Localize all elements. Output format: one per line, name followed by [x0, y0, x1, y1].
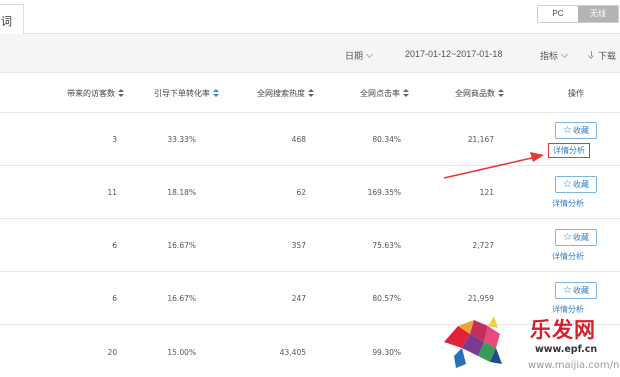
pc-toggle-button[interactable]: PC [538, 6, 578, 22]
chevron-down-icon [365, 50, 374, 59]
star-icon: ☆ [563, 285, 572, 296]
favorite-button[interactable]: ☆收藏 [555, 282, 597, 299]
header-label: 引导下单转化率 [154, 89, 210, 98]
download-label: 下载 [598, 51, 617, 61]
tab-bar: 词 PC 无线 [0, 0, 620, 35]
header-goods[interactable]: 全网商品数 [455, 88, 504, 99]
cell-search-heat: 43,405 [279, 348, 306, 357]
device-toggle: PC 无线 [537, 5, 619, 23]
favorite-label: 收藏 [572, 233, 589, 242]
cell-click-rate: 169.35% [367, 188, 401, 197]
table-row: 3 33.33% 468 80.34% 21,167 ☆收藏 详情分析 [0, 113, 620, 166]
header-label: 全网搜索热度 [257, 89, 305, 98]
wireless-toggle-button[interactable]: 无线 [578, 6, 618, 22]
download-button[interactable]: 下载 [588, 49, 616, 62]
cell-goods: 21,167 [467, 135, 494, 144]
watermark-site: www.maijia.com/news [528, 360, 620, 371]
header-visitors[interactable]: 带来的访客数 [67, 88, 124, 99]
header-actions: 操作 [568, 89, 584, 98]
sort-icon [403, 89, 409, 97]
header-search-heat[interactable]: 全网搜索热度 [257, 88, 314, 99]
table-row: 20 15.00% 43,405 99.30% [0, 325, 620, 377]
header-label: 全网商品数 [455, 89, 495, 98]
favorite-label: 收藏 [572, 126, 589, 135]
favorite-button[interactable]: ☆收藏 [555, 229, 597, 246]
tab-keywords[interactable]: 词 [0, 4, 24, 35]
table-header: 带来的访客数 引导下单转化率 全网搜索热度 全网点击率 全网商品数 操作 [0, 73, 620, 113]
cell-search-heat: 247 [291, 294, 306, 303]
filter-bar: 日期 2017-01-12~2017-01-18 指标 下载 [0, 34, 620, 73]
detail-analysis-link[interactable]: 详情分析 [548, 143, 590, 158]
favorite-button[interactable]: ☆收藏 [555, 176, 597, 193]
cell-visitors: 3 [112, 135, 117, 144]
watermark-url: www.epf.cn [535, 344, 598, 355]
download-icon [588, 51, 596, 59]
star-icon: ☆ [563, 232, 572, 243]
cell-visitors: 11 [107, 188, 117, 197]
cell-goods: 121 [479, 188, 494, 197]
header-click-rate[interactable]: 全网点击率 [360, 88, 409, 99]
tab-label: 词 [1, 16, 12, 28]
cell-goods: 2,727 [472, 241, 494, 250]
chevron-down-icon [560, 50, 569, 59]
table-row: 6 16.67% 357 75.63% 2,727 ☆收藏 详情分析 [0, 219, 620, 272]
sort-icon [498, 89, 504, 97]
cell-search-heat: 468 [291, 135, 306, 144]
star-icon: ☆ [563, 125, 572, 136]
header-conversion[interactable]: 引导下单转化率 [154, 88, 219, 99]
date-range[interactable]: 2017-01-12~2017-01-18 [405, 49, 502, 59]
cell-visitors: 6 [112, 241, 117, 250]
favorite-label: 收藏 [572, 286, 589, 295]
cell-conversion: 16.67% [167, 241, 196, 250]
cell-click-rate: 99.30% [372, 348, 401, 357]
star-icon: ☆ [563, 179, 572, 190]
sort-icon [118, 89, 124, 97]
metric-label: 指标 [540, 51, 559, 61]
table-row: 11 18.18% 62 169.35% 121 ☆收藏 详情分析 [0, 166, 620, 219]
favorite-button[interactable]: ☆收藏 [555, 122, 597, 139]
cell-conversion: 18.18% [167, 188, 196, 197]
cell-click-rate: 80.57% [372, 294, 401, 303]
watermark-brand: 乐发网 [530, 317, 596, 342]
cell-visitors: 20 [107, 348, 117, 357]
cell-click-rate: 75.63% [372, 241, 401, 250]
cell-goods: 21,959 [467, 294, 494, 303]
cell-conversion: 16.67% [167, 294, 196, 303]
detail-analysis-link[interactable]: 详情分析 [552, 251, 584, 262]
sort-icon [213, 89, 219, 97]
header-label: 全网点击率 [360, 89, 400, 98]
cell-conversion: 33.33% [167, 135, 196, 144]
watermark-logo [444, 316, 502, 368]
cell-search-heat: 62 [296, 188, 306, 197]
favorite-label: 收藏 [572, 180, 589, 189]
cell-click-rate: 80.34% [372, 135, 401, 144]
detail-analysis-link[interactable]: 详情分析 [552, 198, 584, 209]
cell-conversion: 15.00% [167, 348, 196, 357]
date-label: 日期 [345, 51, 364, 61]
header-label: 带来的访客数 [67, 89, 115, 98]
cell-visitors: 6 [112, 294, 117, 303]
sort-icon [308, 89, 314, 97]
metric-dropdown[interactable]: 指标 [540, 49, 569, 62]
cell-search-heat: 357 [291, 241, 306, 250]
date-dropdown[interactable]: 日期 [345, 49, 374, 62]
table-row: 6 16.67% 247 80.57% 21,959 ☆收藏 详情分析 [0, 272, 620, 325]
